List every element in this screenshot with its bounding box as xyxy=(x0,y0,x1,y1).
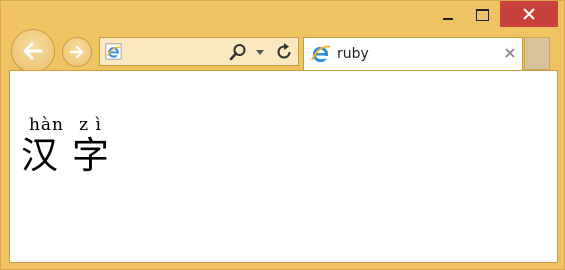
back-button[interactable] xyxy=(11,29,55,73)
ruby-annotation: hàn xyxy=(21,115,72,135)
page-content: 汉hàn字z ì xyxy=(9,70,558,263)
chevron-down-icon[interactable] xyxy=(254,43,266,61)
close-tab-icon[interactable] xyxy=(503,46,517,60)
new-tab-button[interactable] xyxy=(524,37,550,70)
maximize-icon xyxy=(475,9,489,21)
ie-logo-icon xyxy=(105,43,122,60)
ruby-annotation: z ì xyxy=(72,115,109,135)
ie-logo-icon xyxy=(311,45,331,63)
minimize-icon xyxy=(443,18,453,20)
forward-button[interactable] xyxy=(62,37,92,67)
ruby-base: 汉 xyxy=(21,134,58,177)
search-icon[interactable] xyxy=(228,42,248,62)
close-icon xyxy=(523,8,535,20)
close-button[interactable] xyxy=(500,1,558,27)
minimize-button[interactable] xyxy=(433,1,463,29)
maximize-button[interactable] xyxy=(467,1,497,29)
tab-label: ruby xyxy=(337,46,369,62)
address-bar[interactable] xyxy=(99,37,299,66)
ruby-text: 汉hàn字z ì xyxy=(21,115,109,177)
refresh-icon[interactable] xyxy=(274,42,294,62)
tab-ruby[interactable]: ruby xyxy=(303,37,523,70)
ruby-base: 字 xyxy=(72,134,109,177)
browser-window: ruby 汉hàn字z ì xyxy=(0,0,565,270)
back-arrow-icon xyxy=(23,42,43,60)
forward-arrow-icon xyxy=(69,45,84,59)
